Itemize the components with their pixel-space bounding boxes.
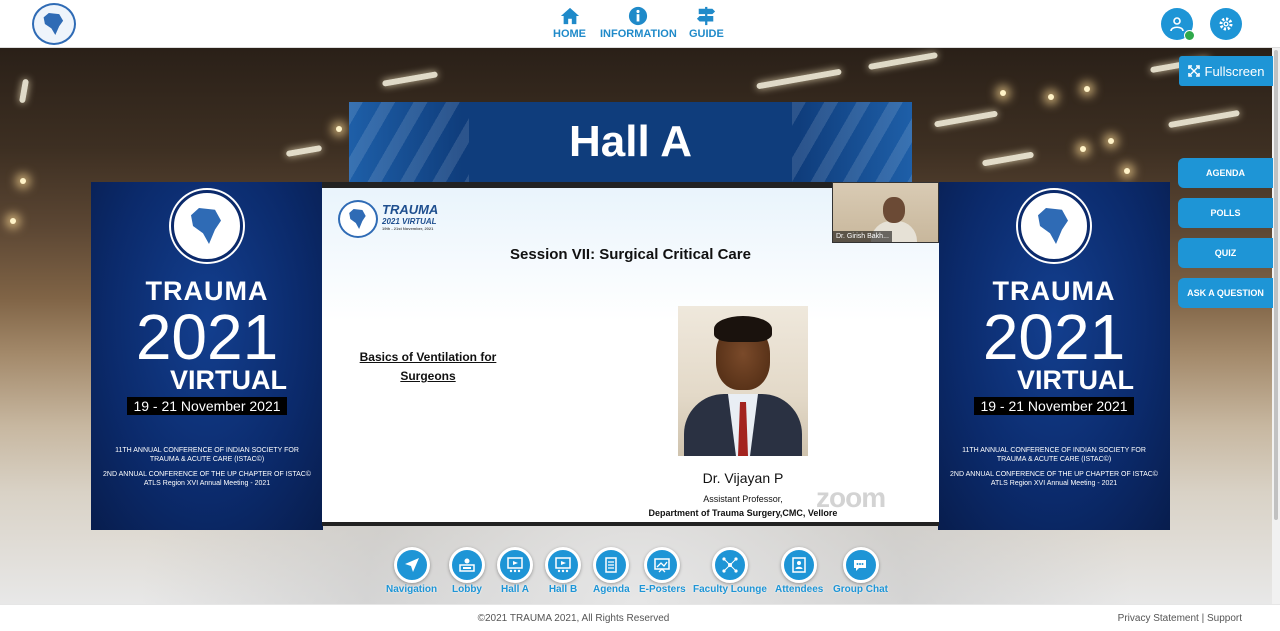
expand-icon (1187, 65, 1200, 77)
banner-dates: 19 - 21 November 2021 (974, 397, 1134, 415)
bottom-nav-navigation[interactable]: Navigation (386, 547, 437, 595)
speaker-name: Dr. Vijayan P (702, 470, 784, 486)
bottom-nav-label: Lobby (452, 584, 482, 595)
bottom-nav-faculty-lounge[interactable]: Faculty Lounge (693, 547, 767, 595)
fullscreen-button[interactable]: Fullscreen (1179, 56, 1273, 86)
banner-line-2: 2ND ANNUAL CONFERENCE OF THE UP CHAPTER … (103, 471, 311, 487)
bottom-nav-label: Agenda (593, 584, 630, 595)
bottom-nav-lobby[interactable]: Lobby (449, 547, 485, 595)
bottom-nav-attendees[interactable]: Attendees (775, 547, 823, 595)
home-icon (560, 7, 579, 25)
agenda-side-button[interactable]: AGENDA (1178, 158, 1273, 188)
page-scrollbar[interactable] (1272, 48, 1280, 604)
nav-information[interactable]: INFORMATION (600, 6, 677, 40)
banner-year: 2021 (982, 301, 1126, 373)
polls-side-button[interactable]: POLLS (1178, 198, 1273, 228)
bottom-nav-agenda[interactable]: Agenda (593, 547, 630, 595)
footer-copyright: ©2021 TRAUMA 2021, All Rights Reserved (477, 613, 670, 624)
signpost-icon (697, 6, 716, 26)
bottom-nav-hall-b[interactable]: Hall B (545, 547, 581, 595)
slide-brand-trauma: TRAUMA (382, 202, 439, 217)
top-bar: HOME INFORMATION GUIDE (0, 0, 1280, 48)
bottom-nav-label: Hall B (548, 584, 578, 595)
lobby-icon (459, 558, 475, 572)
hall-a-icon (507, 557, 523, 573)
online-check-icon (1184, 30, 1195, 41)
nav-guide-label: GUIDE (689, 28, 724, 40)
bottom-nav-eposters[interactable]: E-Posters (639, 547, 686, 595)
participant-name: Dr. Girish Bakh... (833, 231, 892, 242)
bottom-nav-label: Hall A (501, 584, 529, 595)
banner-virtual: VIRTUAL (1017, 365, 1134, 395)
bottom-nav-label: Group Chat (833, 584, 888, 595)
footer: ©2021 TRAUMA 2021, All Rights Reserved P… (0, 604, 1280, 631)
istac-emblem-icon (171, 190, 243, 262)
group-chat-icon (853, 560, 866, 571)
left-banner: TRAUMA 2021 VIRTUAL 19 - 21 November 202… (91, 182, 323, 530)
session-title: Session VII: Surgical Critical Care (510, 246, 751, 263)
nav-guide[interactable]: GUIDE (689, 6, 724, 40)
istac-emblem-icon (1018, 190, 1090, 262)
banner-year: 2021 (135, 301, 279, 373)
speaker-role: Assistant Professor, (703, 494, 783, 504)
talk-title: Basics of Ventilation for Surgeons (359, 350, 497, 383)
slide-brand-dates: 19th - 21st November, 2021 (382, 226, 434, 231)
banner-dates: 19 - 21 November 2021 (127, 397, 287, 415)
nav-home-label: HOME (553, 28, 586, 40)
right-banner: TRAUMA 2021 VIRTUAL 19 - 21 November 202… (938, 182, 1170, 530)
hall-title: Hall A (568, 117, 693, 166)
participant-video[interactable]: Dr. Girish Bakh... (832, 182, 939, 243)
bottom-nav-label: E-Posters (639, 584, 686, 595)
bottom-nav-label: Faculty Lounge (693, 584, 767, 595)
banner-line-2: 2ND ANNUAL CONFERENCE OF THE UP CHAPTER … (950, 471, 1158, 487)
info-icon (629, 6, 648, 26)
fullscreen-label: Fullscreen (1204, 63, 1265, 79)
user-icon (1170, 17, 1184, 32)
eposters-icon (654, 558, 671, 573)
bottom-nav-label: Attendees (775, 584, 824, 595)
banner-line-1: 11TH ANNUAL CONFERENCE OF INDIAN SOCIETY… (115, 447, 299, 463)
footer-links[interactable]: Privacy Statement | Support (1118, 613, 1242, 624)
nav-home[interactable]: HOME (553, 6, 586, 40)
quiz-side-button[interactable]: QUIZ (1178, 238, 1273, 268)
banner-line-1: 11TH ANNUAL CONFERENCE OF INDIAN SOCIETY… (962, 447, 1146, 463)
hall-b-icon (555, 557, 571, 573)
slide-brand: TRAUMA 2021 VIRTUAL 19th - 21st November… (382, 202, 438, 231)
slide-istac-logo (338, 200, 378, 238)
gear-icon (1219, 17, 1233, 31)
speaker-photo (678, 306, 808, 456)
settings-button[interactable] (1210, 8, 1242, 40)
hall-title-sign: Hall A (349, 102, 912, 182)
banner-virtual: VIRTUAL (170, 365, 287, 395)
faculty-lounge-icon (722, 557, 738, 573)
bottom-nav-group-chat[interactable]: Group Chat (833, 547, 888, 595)
slide-brand-virtual: 2021 VIRTUAL (382, 217, 437, 226)
navigation-icon (404, 558, 419, 572)
bottom-nav-hall-a[interactable]: Hall A (497, 547, 533, 595)
bottom-nav-label: Navigation (386, 584, 438, 595)
virtual-conference-app: HOME INFORMATION GUIDE Fullscreen AGENDA… (0, 0, 1280, 631)
istac-logo[interactable] (32, 3, 76, 45)
agenda-icon (605, 557, 618, 573)
profile-button[interactable] (1161, 8, 1195, 41)
ask-question-side-button[interactable]: ASK A QUESTION (1178, 278, 1273, 308)
zoom-watermark: zoom (816, 482, 886, 513)
nav-information-label: INFORMATION (600, 28, 677, 40)
attendees-icon (792, 557, 806, 573)
